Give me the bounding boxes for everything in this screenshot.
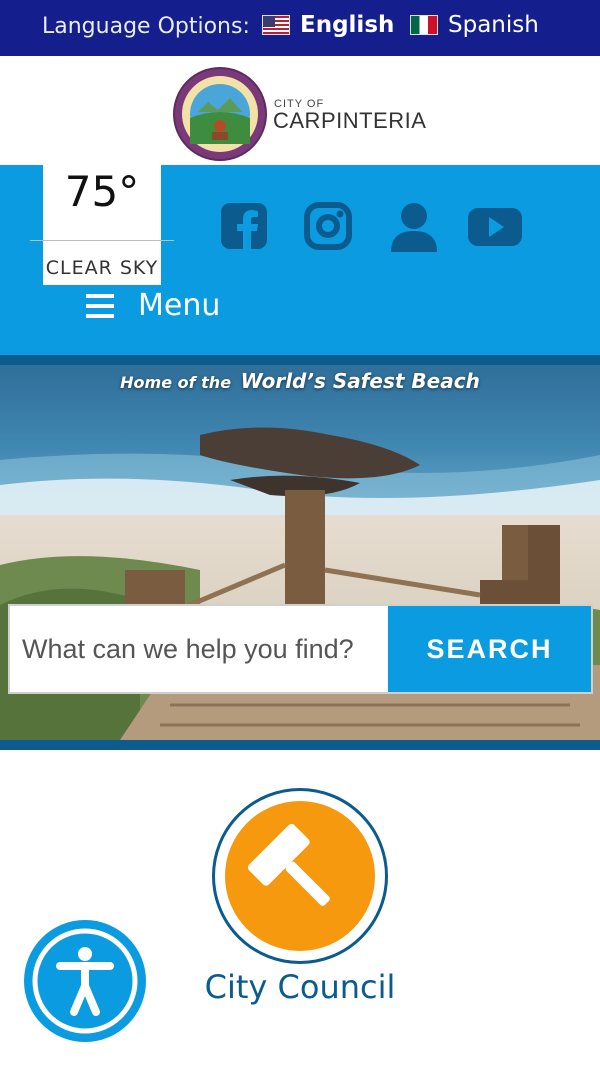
language-option-label: English (300, 12, 395, 38)
tagline-main: World’s Safest Beach (240, 369, 480, 393)
hero-bottom-stripe (0, 740, 600, 750)
city-council-icon-background (225, 801, 375, 951)
tagline-prefix: Home of the (120, 373, 232, 392)
city-council-button[interactable] (212, 788, 388, 964)
menu-button[interactable]: Menu (86, 288, 220, 323)
search-button[interactable]: SEARCH (388, 606, 591, 692)
weather-widget: 75° CLEAR SKY (30, 165, 174, 285)
weather-condition: CLEAR SKY (45, 257, 159, 279)
hamburger-icon (86, 293, 114, 318)
user-icon[interactable] (387, 200, 441, 254)
city-seal-icon[interactable] (172, 66, 268, 162)
gavel-icon (247, 823, 330, 906)
accessibility-button[interactable] (24, 920, 146, 1042)
search-bar: SEARCH (8, 604, 593, 694)
weather-temperature: 75° (64, 167, 140, 216)
weather-divider (30, 240, 174, 241)
language-bar: Language Options: English Spanish (0, 0, 600, 56)
mx-flag-icon (410, 15, 438, 35)
language-option-english[interactable]: English (262, 12, 394, 38)
us-flag-icon (262, 15, 290, 35)
language-options-label: Language Options: (42, 14, 250, 39)
language-option-label: Spanish (448, 12, 539, 38)
language-option-spanish[interactable]: Spanish (410, 12, 539, 38)
accessibility-icon (32, 928, 138, 1034)
hero-top-stripe (0, 355, 600, 365)
youtube-icon[interactable] (468, 200, 522, 254)
menu-label: Menu (138, 288, 221, 323)
search-input[interactable] (10, 606, 388, 692)
brand-name[interactable]: CARPINTERIA (273, 108, 426, 134)
facebook-icon[interactable] (218, 200, 272, 254)
hero-tagline: Home of the World’s Safest Beach (0, 369, 600, 393)
instagram-icon[interactable] (302, 200, 356, 254)
